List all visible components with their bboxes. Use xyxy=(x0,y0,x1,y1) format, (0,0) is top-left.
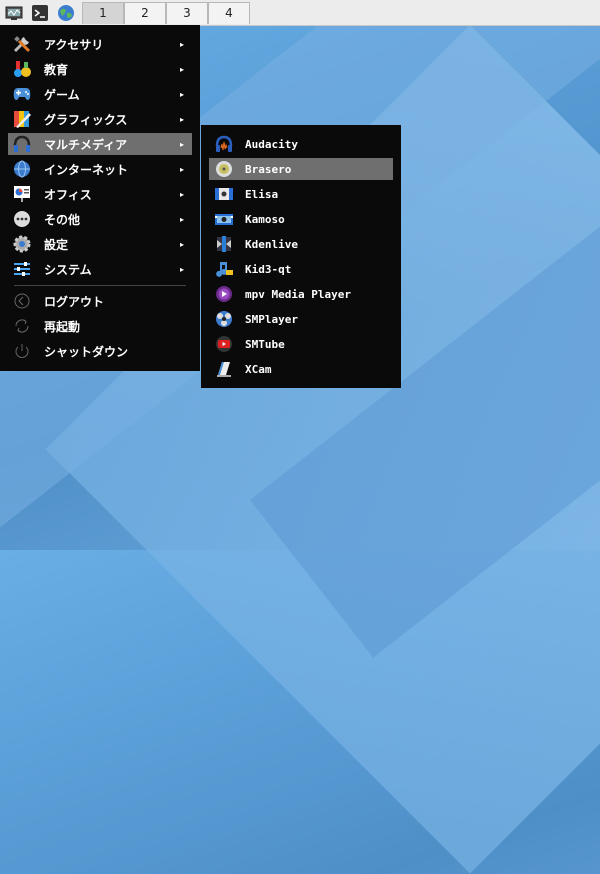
app-item-mpv[interactable]: mpv Media Player xyxy=(209,283,393,305)
menu-item-graphics[interactable]: グラフィックス ▸ xyxy=(8,108,192,130)
shutdown-icon xyxy=(11,340,33,362)
menu-item-internet[interactable]: インターネット ▸ xyxy=(8,158,192,180)
app-item-label: Elisa xyxy=(245,187,279,201)
app-item-label: Brasero xyxy=(245,162,292,176)
menu-item-label: その他 xyxy=(44,212,81,227)
menu-item-label: 教育 xyxy=(44,62,69,77)
menu-item-label: アクセサリ xyxy=(44,37,104,52)
education-icon xyxy=(11,58,33,80)
system-monitor-launcher[interactable] xyxy=(4,3,24,23)
menu-item-system[interactable]: システム ▸ xyxy=(8,258,192,280)
multimedia-icon xyxy=(11,133,33,155)
menu-item-office[interactable]: オフィス ▸ xyxy=(8,183,192,205)
accessories-icon xyxy=(11,33,33,55)
menu-item-label: 設定 xyxy=(44,237,69,252)
submenu-arrow-icon: ▸ xyxy=(179,214,184,224)
menu-item-label: ログアウト xyxy=(44,294,105,309)
app-item-label: Kamoso xyxy=(245,212,285,226)
application-menu: アクセサリ ▸ 教育 ▸ ゲーム ▸ グラフィックス ▸ マルチメディア ▸ イ… xyxy=(0,25,200,371)
submenu-arrow-icon: ▸ xyxy=(179,39,184,49)
brasero-icon xyxy=(214,159,234,179)
system-monitor-icon xyxy=(5,6,23,20)
menu-item-label: システム xyxy=(44,262,92,277)
smplayer-icon xyxy=(214,309,234,329)
menu-item-other[interactable]: その他 ▸ xyxy=(8,208,192,230)
submenu-arrow-icon: ▸ xyxy=(179,239,184,249)
submenu-arrow-icon: ▸ xyxy=(179,114,184,124)
menu-item-label: グラフィックス xyxy=(44,112,128,127)
mpv-icon xyxy=(214,284,234,304)
top-panel: 1 2 3 4 xyxy=(0,0,600,26)
menu-item-education[interactable]: 教育 ▸ xyxy=(8,58,192,80)
office-icon xyxy=(11,183,33,205)
audacity-icon xyxy=(214,134,234,154)
workspace-2-button[interactable]: 2 xyxy=(124,1,166,24)
submenu-arrow-icon: ▸ xyxy=(179,89,184,99)
submenu-arrow-icon: ▸ xyxy=(179,164,184,174)
app-item-label: Kid3-qt xyxy=(245,262,292,276)
menu-item-label: ゲーム xyxy=(44,87,80,102)
menu-item-label: インターネット xyxy=(44,162,129,177)
app-item-smplayer[interactable]: SMPlayer xyxy=(209,308,393,330)
smtube-icon xyxy=(214,334,234,354)
submenu-arrow-icon: ▸ xyxy=(179,64,184,74)
app-item-xcam[interactable]: XCam xyxy=(209,358,393,380)
web-browser-icon xyxy=(58,4,74,21)
workspace-4-button[interactable]: 4 xyxy=(208,1,250,24)
submenu-arrow-icon: ▸ xyxy=(179,264,184,274)
workspace-3-button[interactable]: 3 xyxy=(166,1,208,24)
other-icon xyxy=(11,208,33,230)
menu-item-shutdown[interactable]: シャットダウン xyxy=(8,340,192,362)
app-item-label: Audacity xyxy=(245,137,298,151)
multimedia-submenu: Audacity Brasero Elisa Kamoso Kdenlive K… xyxy=(201,125,401,388)
menu-item-multimedia[interactable]: マルチメディア ▸ xyxy=(8,133,192,155)
kamoso-icon xyxy=(214,209,234,229)
submenu-arrow-icon: ▸ xyxy=(179,189,184,199)
terminal-launcher[interactable] xyxy=(30,3,50,23)
internet-icon xyxy=(11,158,33,180)
menu-item-settings[interactable]: 設定 ▸ xyxy=(8,233,192,255)
menu-item-logout[interactable]: ログアウト xyxy=(8,290,192,312)
reboot-icon xyxy=(11,315,33,337)
app-item-label: Kdenlive xyxy=(245,237,298,251)
app-item-label: SMPlayer xyxy=(245,312,298,326)
submenu-arrow-icon: ▸ xyxy=(179,139,184,149)
xcam-icon xyxy=(214,359,234,379)
app-item-brasero[interactable]: Brasero xyxy=(209,158,393,180)
kid3-icon xyxy=(214,259,234,279)
menu-separator xyxy=(14,285,186,286)
menu-item-games[interactable]: ゲーム ▸ xyxy=(8,83,192,105)
menu-item-label: オフィス xyxy=(44,187,92,202)
kdenlive-icon xyxy=(214,234,234,254)
menu-item-label: マルチメディア xyxy=(44,137,128,152)
app-item-elisa[interactable]: Elisa xyxy=(209,183,393,205)
app-item-label: SMTube xyxy=(245,337,285,351)
app-item-kid3[interactable]: Kid3-qt xyxy=(209,258,393,280)
menu-item-label: シャットダウン xyxy=(44,344,129,359)
menu-item-reboot[interactable]: 再起動 xyxy=(8,315,192,337)
menu-item-accessories[interactable]: アクセサリ ▸ xyxy=(8,33,192,55)
logout-icon xyxy=(11,290,33,312)
graphics-icon xyxy=(11,108,33,130)
app-item-kamoso[interactable]: Kamoso xyxy=(209,208,393,230)
app-item-label: XCam xyxy=(245,362,272,376)
elisa-icon xyxy=(214,184,234,204)
menu-item-label: 再起動 xyxy=(44,319,81,334)
settings-icon xyxy=(11,233,33,255)
web-browser-launcher[interactable] xyxy=(56,3,76,23)
app-item-kdenlive[interactable]: Kdenlive xyxy=(209,233,393,255)
app-item-audacity[interactable]: Audacity xyxy=(209,133,393,155)
system-icon xyxy=(11,258,33,280)
workspace-1-button[interactable]: 1 xyxy=(82,1,124,24)
workspace-switcher: 1 2 3 4 xyxy=(82,1,250,25)
app-item-smtube[interactable]: SMTube xyxy=(209,333,393,355)
app-item-label: mpv Media Player xyxy=(245,287,351,301)
games-icon xyxy=(11,83,33,105)
terminal-icon xyxy=(32,4,48,21)
